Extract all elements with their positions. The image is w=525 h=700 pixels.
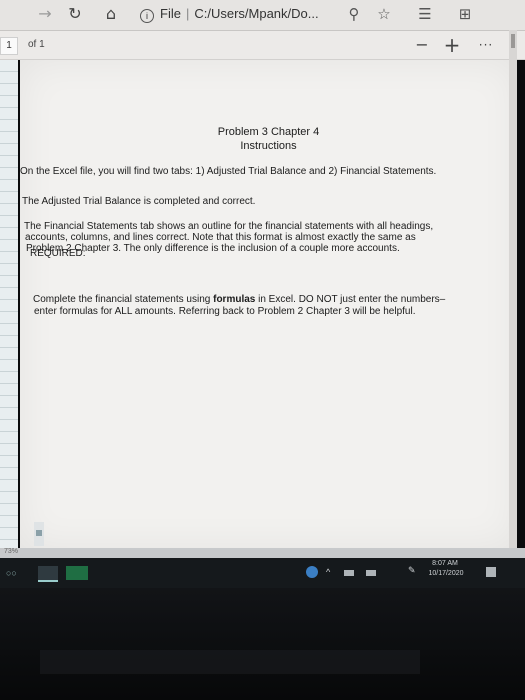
- pen-icon[interactable]: ✎: [408, 565, 416, 576]
- background-spreadsheet-strip: [0, 60, 18, 548]
- para4-pre: Complete the financial statements using: [33, 294, 214, 305]
- required-label: REQUIRED:: [30, 248, 86, 259]
- back-arrow-icon[interactable]: →: [34, 3, 56, 25]
- bezel-reflection: [40, 650, 420, 674]
- address-scheme: File: [160, 6, 181, 21]
- zoom-in-button[interactable]: +: [442, 34, 462, 56]
- para4-post: in Excel. DO NOT just enter the numbers–: [255, 294, 446, 305]
- battery-icon[interactable]: [344, 570, 354, 576]
- pdf-toolbar: 1 of 1 − + ···: [0, 31, 525, 60]
- page-subtitle: Instructions: [240, 140, 297, 152]
- help-tray-icon[interactable]: [306, 566, 318, 578]
- monitor-bezel-bottom: [0, 588, 525, 700]
- para4-bold-formulas: formulas: [213, 294, 256, 305]
- page-count-label: of 1: [28, 39, 45, 50]
- page-title: Problem 3 Chapter 4: [217, 126, 320, 138]
- more-options-button[interactable]: ···: [474, 34, 498, 56]
- zoom-out-button[interactable]: −: [412, 34, 432, 56]
- collections-icon[interactable]: ⊞: [454, 3, 476, 25]
- excel-app-icon[interactable]: [66, 566, 88, 580]
- zoom-level-label: 73%: [4, 548, 19, 555]
- page-number-input[interactable]: 1: [0, 37, 18, 55]
- browser-toolbar: → ↻ ⌂ i File | C:/Users/Mpank/Do... ⚲ ☆ ☰ ⊞: [0, 0, 525, 31]
- refresh-icon[interactable]: ↻: [64, 3, 86, 25]
- windows-taskbar: ○○ ^ ✎ 8:07 AM 10/17/2020: [0, 558, 525, 588]
- instruction-paragraph-4-line-1: Complete the financial statements using …: [33, 294, 503, 306]
- instruction-paragraph-2: The Adjusted Trial Balance is completed …: [22, 196, 256, 207]
- zoom-icon[interactable]: ⚲: [343, 3, 365, 25]
- volume-icon[interactable]: [366, 570, 376, 576]
- taskbar-date[interactable]: 10/17/2020: [426, 570, 466, 577]
- favorites-list-icon[interactable]: ☰: [414, 3, 436, 25]
- favorite-star-icon[interactable]: ☆: [373, 3, 395, 25]
- notifications-icon[interactable]: [486, 567, 496, 577]
- home-icon[interactable]: ⌂: [100, 3, 122, 25]
- taskbar-app-button[interactable]: [38, 566, 58, 582]
- horizontal-scrollbar[interactable]: [0, 548, 525, 558]
- instruction-paragraph-1: On the Excel file, you will find two tab…: [20, 166, 437, 177]
- vertical-scrollbar[interactable]: [509, 30, 517, 548]
- address-path: C:/Users/Mpank/Do...: [194, 6, 319, 21]
- scrollbar-grip-icon[interactable]: [511, 34, 515, 48]
- info-icon[interactable]: i: [140, 9, 154, 23]
- sheet-side-tab[interactable]: [34, 522, 44, 546]
- instruction-paragraph-4-line-2: enter formulas for ALL amounts. Referrin…: [34, 306, 416, 317]
- address-separator: |: [185, 6, 190, 21]
- task-view-icon[interactable]: ○○: [6, 566, 24, 580]
- instruction-paragraph-3-line-3: Problem 2 Chapter 3. The only difference…: [26, 243, 400, 254]
- address-bar[interactable]: i File | C:/Users/Mpank/Do...: [140, 3, 360, 25]
- tray-chevron-icon[interactable]: ^: [326, 567, 330, 577]
- taskbar-time[interactable]: 8:07 AM: [430, 560, 460, 567]
